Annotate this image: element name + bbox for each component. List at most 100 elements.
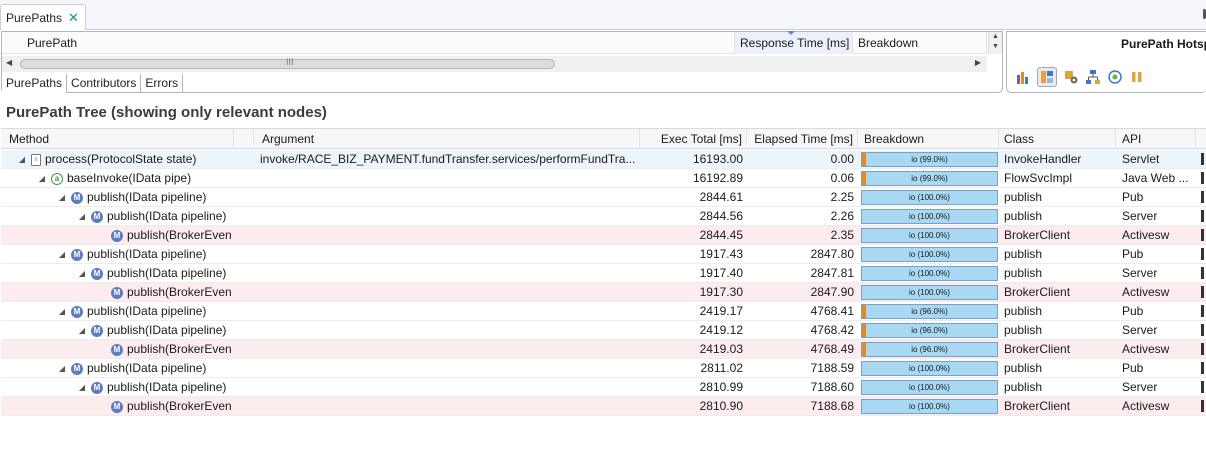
column-breakdown[interactable]: Breakdown: [853, 32, 987, 54]
purepath-tree: Method Argument Exec Total [ms] Elapsed …: [1, 128, 1206, 424]
exec-total-cell: 1917.40: [699, 266, 743, 280]
expand-toggle-icon[interactable]: ◢: [57, 245, 67, 264]
method-cell: ◢ Mpublish(IData pipeline): [57, 359, 234, 378]
breakdown-label: io (99.0%): [911, 155, 948, 164]
api-cell: Pub: [1122, 361, 1144, 375]
exec-total-cell: 2844.45: [699, 228, 743, 242]
column-label: Response Time [ms]: [740, 36, 850, 50]
breakdown-label: io (100.0%): [909, 231, 950, 240]
tree-row[interactable]: ◢ Mpublish(IData pipeline) 1917.43 2847.80 i…: [1, 245, 1206, 264]
editor-tab-bar: PurePaths ✕: [0, 0, 1206, 30]
scroll-right-icon[interactable]: ▶: [975, 58, 981, 67]
method-icon: M: [71, 248, 83, 261]
breakdown-label: io (96.0%): [911, 307, 948, 316]
tab-purepaths[interactable]: PurePaths ✕: [0, 4, 86, 30]
next-column-edge: [1201, 153, 1204, 165]
class-cell: publish: [1004, 247, 1043, 261]
next-column-edge: [1201, 324, 1204, 336]
tree-row[interactable]: Mpublish(BrokerEven 1917.30 2847.90 io (100…: [1, 283, 1206, 302]
next-column-edge: [1201, 210, 1204, 222]
sort-desc-icon: [787, 31, 795, 35]
method-label: publish(IData pipeline): [107, 209, 227, 223]
expand-toggle-icon[interactable]: ◢: [17, 150, 27, 169]
tree-row[interactable]: ◢ ≡ process(ProtocolState state) invoke/RAC…: [1, 150, 1206, 169]
expand-toggle-icon[interactable]: ◢: [77, 207, 87, 226]
subtab-contributors[interactable]: Contributors: [67, 74, 142, 93]
bar-chart-icon[interactable]: [1015, 69, 1031, 85]
expand-toggle-icon[interactable]: ◢: [57, 302, 67, 321]
expand-toggle-icon[interactable]: ◢: [57, 188, 67, 207]
column-api[interactable]: API: [1116, 129, 1196, 149]
next-column-edge: [1201, 248, 1204, 260]
api-cell: Pub: [1122, 190, 1144, 204]
tree-row[interactable]: ◢ Mpublish(IData pipeline) 1917.40 2847.81 i…: [1, 264, 1206, 283]
scroll-thumb[interactable]: III: [20, 57, 555, 69]
purepaths-subtabs: PurePaths Contributors Errors: [2, 74, 184, 93]
class-cell: BrokerClient: [1004, 228, 1071, 242]
column-method[interactable]: Method: [1, 129, 234, 149]
api-cell: Server: [1122, 323, 1158, 337]
scroll-left-icon[interactable]: ◀: [6, 58, 12, 67]
class-cell: publish: [1004, 323, 1043, 337]
argument-cell: [260, 188, 635, 207]
breakdown-label: io (100.0%): [909, 193, 950, 202]
close-icon[interactable]: ✕: [68, 11, 79, 24]
tree-row[interactable]: Mpublish(BrokerEven 2419.03 4768.49 io (96.…: [1, 340, 1206, 359]
method-icon: M: [71, 305, 83, 318]
tree-row[interactable]: Mpublish(BrokerEven 2844.45 2.35 io (100.0%…: [1, 226, 1206, 245]
expand-toggle-icon[interactable]: ◢: [77, 264, 87, 283]
breakdown-bar: io (100.0%): [861, 361, 998, 376]
tree-row[interactable]: ◢ Mpublish(IData pipeline) 2810.99 7188.60 i…: [1, 378, 1206, 397]
method-cell: Mpublish(BrokerEven: [97, 226, 234, 245]
expand-toggle-icon[interactable]: ◢: [57, 359, 67, 378]
tree-row[interactable]: ◢ a baseInvoke(IData pipe) 16192.89 0.06 io (…: [1, 169, 1206, 188]
method-icon: M: [91, 267, 103, 280]
pause-icon[interactable]: [1129, 69, 1145, 85]
elapsed-time-cell: 2847.80: [810, 247, 854, 261]
argument-cell: [260, 340, 635, 359]
elapsed-time-cell: 4768.41: [810, 304, 854, 318]
column-exec-total[interactable]: Exec Total [ms]: [640, 129, 747, 149]
vertical-scrollbar[interactable]: ▲ ▼: [988, 32, 1002, 54]
subtab-purepaths[interactable]: PurePaths: [2, 74, 68, 93]
class-cell: publish: [1004, 304, 1043, 318]
exec-total-cell: 1917.30: [699, 285, 743, 299]
tree-row[interactable]: ◢ Mpublish(IData pipeline) 2811.02 7188.59 i…: [1, 359, 1206, 378]
tree-row[interactable]: ◢ Mpublish(IData pipeline) 2844.61 2.25 io (…: [1, 188, 1206, 207]
api-cell: Servlet: [1122, 152, 1160, 166]
expand-toggle-icon[interactable]: ◢: [77, 321, 87, 340]
horizontal-scrollbar[interactable]: ◀ III ▶: [2, 56, 987, 72]
method-cell: ◢ Mpublish(IData pipeline): [57, 188, 234, 207]
breakdown-bar: io (96.0%): [861, 342, 998, 357]
breakdown-label: io (96.0%): [911, 345, 948, 354]
tree-row[interactable]: Mpublish(BrokerEven 2810.90 7188.68 io (100…: [1, 397, 1206, 416]
method-label: publish(IData pipeline): [107, 323, 227, 337]
elapsed-time-cell: 0.06: [830, 171, 854, 185]
column-class[interactable]: Class: [999, 129, 1116, 149]
hotspot-toolbar: [1015, 67, 1145, 87]
expand-toggle-icon[interactable]: ◢: [37, 169, 47, 188]
tree-structure-icon[interactable]: [1085, 69, 1101, 85]
column-elapsed-time[interactable]: Elapsed Time [ms]: [747, 129, 858, 149]
method-label: publish(IData pipeline): [107, 266, 227, 280]
tree-row[interactable]: ◢ Mpublish(IData pipeline) 2419.12 4768.42 i…: [1, 321, 1206, 340]
elapsed-time-cell: 2847.81: [810, 266, 854, 280]
tree-row[interactable]: ◢ Mpublish(IData pipeline) 2419.17 4768.41 i…: [1, 302, 1206, 321]
tree-header: Method Argument Exec Total [ms] Elapsed …: [1, 129, 1206, 149]
column-response-time[interactable]: Response Time [ms]: [735, 31, 853, 54]
layout-icon[interactable]: [1037, 67, 1057, 87]
network-icon[interactable]: [1107, 69, 1123, 85]
tree-row[interactable]: ◢ Mpublish(IData pipeline) 2844.56 2.26 io (…: [1, 207, 1206, 226]
exec-total-cell: 2811.02: [700, 361, 744, 375]
subtab-errors[interactable]: Errors: [141, 74, 184, 93]
column-purepath[interactable]: PurePath: [22, 32, 735, 54]
class-cell: publish: [1004, 361, 1043, 375]
column-argument[interactable]: Argument: [254, 129, 640, 149]
method-label: baseInvoke(IData pipe): [67, 171, 192, 185]
method-icon: M: [111, 400, 123, 413]
expand-toggle-icon[interactable]: ◢: [77, 378, 87, 397]
method-cell: ◢ ≡ process(ProtocolState state): [17, 150, 234, 169]
column-breakdown[interactable]: Breakdown: [858, 129, 999, 149]
tree-title: PurePath Tree (showing only relevant nod…: [6, 104, 327, 121]
settings-icon[interactable]: [1063, 69, 1079, 85]
